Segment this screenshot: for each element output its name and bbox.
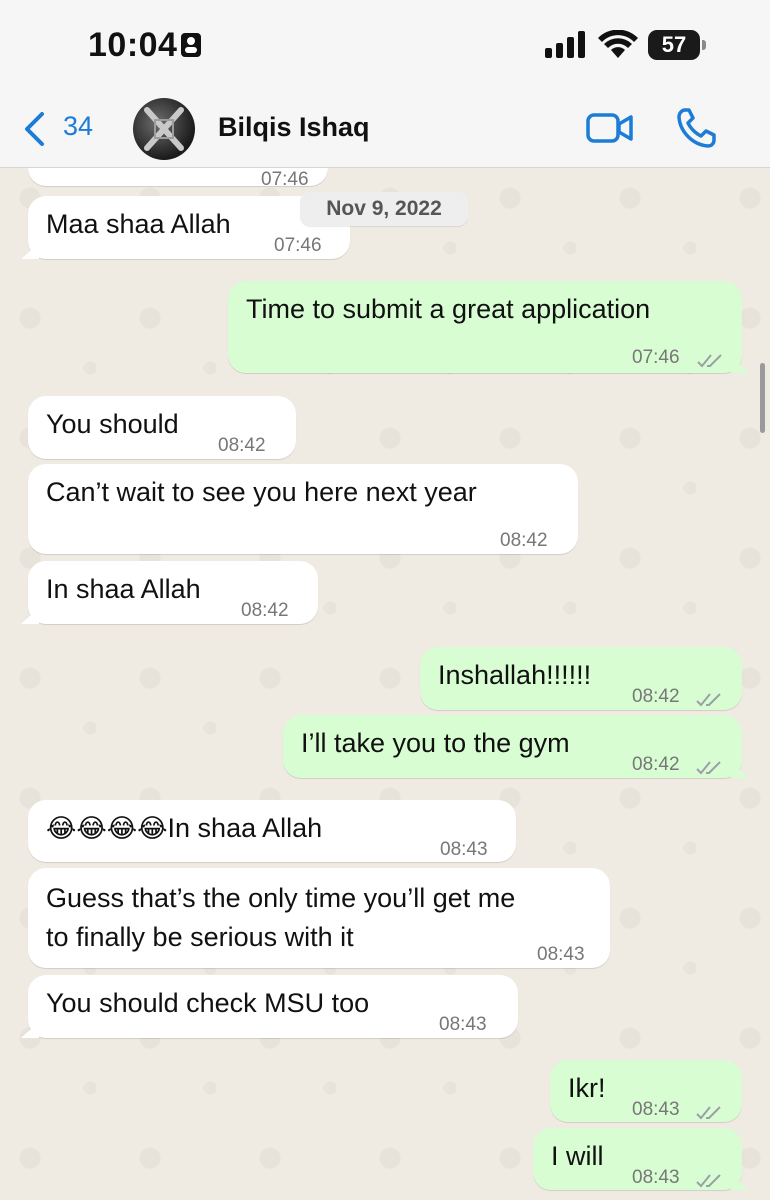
message-text: Ikr! [568, 1073, 606, 1103]
message-bubble-outgoing[interactable]: I’ll take you to the gym 08:42 [283, 715, 749, 778]
message-bubble-outgoing[interactable]: Ikr! 08:43 [550, 1060, 742, 1122]
message-text: You should check MSU too [46, 988, 370, 1018]
video-call-icon[interactable] [586, 111, 634, 150]
chat-area[interactable]: 07:46 Maa shaa Allah 07:46 Nov 9, 2022 T… [0, 168, 770, 1200]
message-bubble-incoming[interactable]: In shaa Allah 08:42 [21, 561, 318, 624]
message-time: 08:43 [632, 1167, 680, 1188]
read-receipt-icon [696, 680, 722, 720]
bubble-tail [731, 1174, 749, 1190]
bubble-tail [21, 1022, 39, 1038]
bubble-tail [731, 762, 749, 778]
status-time: 10:04 [88, 26, 178, 64]
message-text: Can’t wait to see you here next year [46, 477, 477, 507]
message-time: 08:43 [632, 1099, 680, 1120]
message-bubble-incoming[interactable]: Guess that’s the only time you’ll get me… [28, 868, 610, 968]
message-text: 😂😂😂😂In shaa Allah [46, 808, 322, 848]
message-time: 08:42 [632, 754, 680, 775]
message-text: I will [551, 1141, 604, 1171]
message-text: Maa shaa Allah [46, 209, 231, 239]
scroll-indicator[interactable] [760, 363, 765, 433]
message-bubble-partial[interactable]: 07:46 [28, 168, 328, 190]
message-bubble-incoming[interactable]: You should check MSU too 08:43 [21, 975, 518, 1038]
message-text-line: to finally be serious with it [46, 922, 354, 952]
message-bubble-incoming[interactable]: You should 08:42 [28, 396, 296, 459]
message-time: 08:43 [440, 839, 488, 860]
battery-indicator: 57 [648, 30, 700, 60]
signal-icon [545, 30, 589, 60]
bubble-tail [21, 243, 39, 259]
message-bubble-outgoing[interactable]: Inshallah!!!!!! 08:42 [420, 647, 742, 710]
message-bubble-outgoing[interactable]: I will 08:43 [533, 1128, 749, 1190]
message-bubble-incoming[interactable]: Can’t wait to see you here next year 08:… [28, 464, 578, 554]
message-time: 08:42 [632, 686, 680, 707]
message-time: 08:42 [241, 600, 289, 621]
message-text: You should [46, 409, 179, 439]
contact-avatar[interactable] [133, 98, 195, 160]
focus-mode-icon [180, 32, 202, 63]
chat-header: 34 Bilqis Ishaq [0, 95, 770, 168]
message-text: In shaa Allah [46, 574, 201, 604]
message-time: 08:43 [439, 1014, 487, 1035]
wifi-icon [598, 29, 638, 65]
message-bubble-incoming[interactable]: 😂😂😂😂In shaa Allah 08:43 [28, 800, 516, 862]
read-receipt-icon [696, 1161, 722, 1200]
message-bubble-outgoing[interactable]: Time to submit a great application 07:46 [228, 281, 749, 373]
message-text: Inshallah!!!!!! [438, 660, 592, 690]
bubble-tail [21, 608, 39, 624]
status-bar: 10:04 57 [0, 0, 770, 95]
message-time: 07:46 [274, 235, 322, 256]
read-receipt-icon [696, 1093, 722, 1133]
read-receipt-icon [697, 341, 723, 381]
message-time: 08:43 [537, 944, 585, 965]
battery-cap [702, 40, 706, 50]
read-receipt-icon [696, 748, 722, 788]
back-chevron-icon[interactable] [22, 111, 46, 152]
message-text-line: Guess that’s the only time you’ll get me [46, 883, 516, 913]
message-time: 07:46 [632, 347, 680, 368]
message-time: 08:42 [218, 435, 266, 456]
back-unread-count[interactable]: 34 [63, 111, 93, 142]
message-text-part: In shaa Allah [167, 813, 323, 843]
voice-call-icon[interactable] [676, 107, 716, 154]
laughing-emoji-icon: 😂😂😂😂 [46, 813, 168, 843]
message-text: Time to submit a great application [246, 294, 651, 324]
contact-name[interactable]: Bilqis Ishaq [218, 112, 370, 143]
message-time: 08:42 [500, 530, 548, 551]
message-text: I’ll take you to the gym [301, 728, 570, 758]
date-separator: Nov 9, 2022 [300, 192, 468, 226]
bubble-tail [731, 357, 749, 373]
